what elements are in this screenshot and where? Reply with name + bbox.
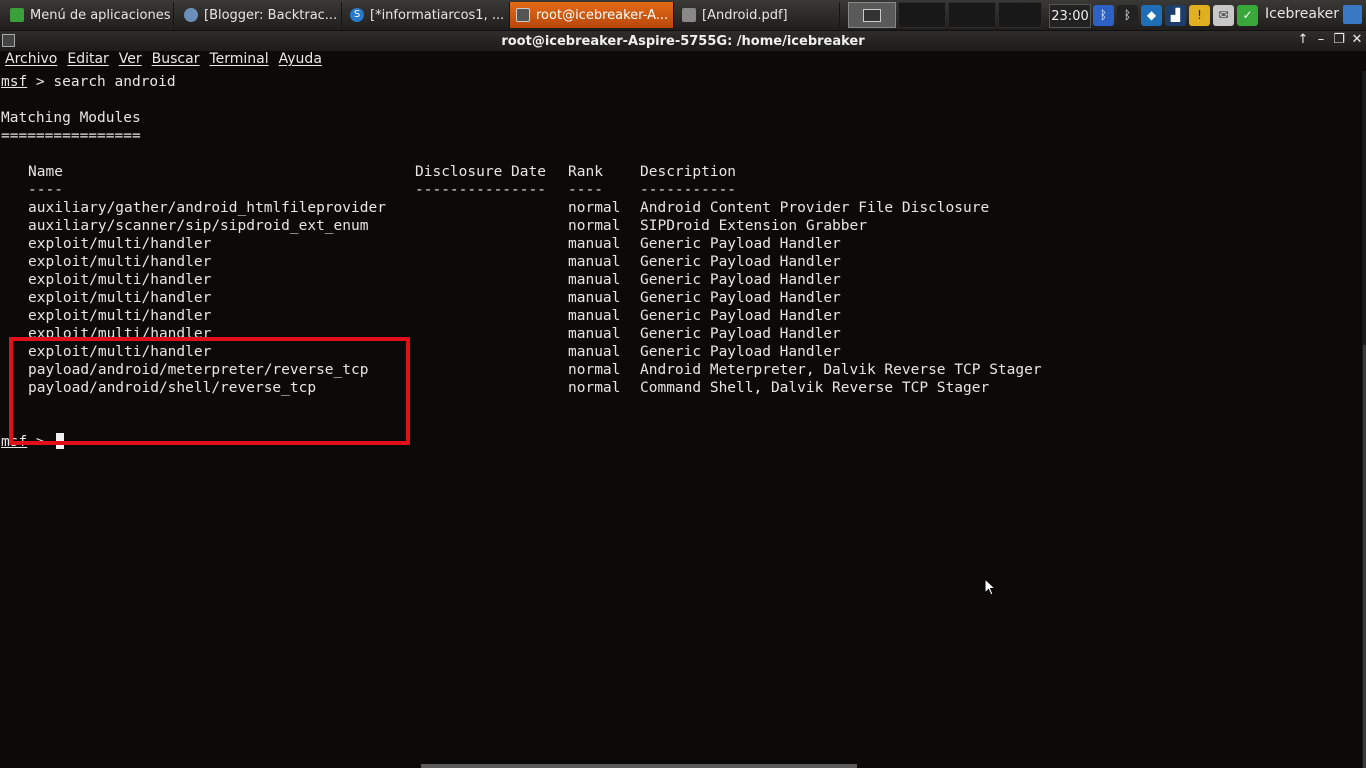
module-rank: manual	[568, 308, 621, 324]
module-rank: normal	[568, 200, 621, 216]
browser-icon	[184, 8, 198, 22]
update-icon[interactable]: !	[1189, 4, 1210, 26]
results-heading: Matching Modules	[1, 110, 141, 126]
column-header-description: Description	[640, 164, 737, 180]
chat-icon[interactable]: ✓	[1237, 4, 1258, 26]
horizontal-scroll-thumb[interactable]	[421, 764, 857, 768]
menu-terminal[interactable]: Terminal	[209, 51, 268, 71]
task-terminal[interactable]: root@icebreaker-A...	[510, 2, 674, 28]
task-skype[interactable]: S [*informatiarcos1, ...	[344, 2, 510, 28]
command-line: msf > search android	[1, 73, 176, 91]
command: search android	[53, 74, 176, 90]
app-menu-icon	[10, 8, 24, 22]
module-description: Generic Payload Handler	[640, 254, 841, 270]
menu-ver[interactable]: Ver	[119, 51, 142, 71]
workspace-3[interactable]	[948, 2, 996, 28]
always-on-top-icon[interactable]: ↑	[1295, 32, 1311, 47]
window-titlebar[interactable]: root@icebreaker-Aspire-5755G: /home/iceb…	[0, 31, 1366, 51]
column-rule-name: ----	[28, 182, 63, 198]
task-pdf[interactable]: [Android.pdf]	[676, 2, 840, 28]
close-icon[interactable]: ✕	[1349, 32, 1365, 47]
signal-icon[interactable]: ▟	[1165, 4, 1186, 26]
module-rank: manual	[568, 290, 621, 306]
task-label: [Android.pdf]	[702, 7, 788, 23]
column-rule-description: -----------	[640, 182, 737, 198]
prompt-separator: >	[27, 74, 54, 90]
module-description: Generic Payload Handler	[640, 344, 841, 360]
module-rank: manual	[568, 254, 621, 270]
task-label: Menú de aplicaciones	[30, 7, 171, 23]
module-description: Generic Payload Handler	[640, 290, 841, 306]
module-rank: normal	[568, 218, 621, 234]
module-description: SIPDroid Extension Grabber	[640, 218, 867, 234]
monitor-icon	[863, 8, 881, 22]
menu-bar: Archivo Editar Ver Buscar Terminal Ayuda	[0, 51, 1366, 71]
module-rank: manual	[568, 272, 621, 288]
module-rank: manual	[568, 236, 621, 252]
module-rank: manual	[568, 344, 621, 360]
skype-icon: S	[350, 8, 364, 22]
module-name: exploit/multi/handler	[28, 236, 212, 252]
module-description: Generic Payload Handler	[640, 326, 841, 342]
module-description: Generic Payload Handler	[640, 308, 841, 324]
terminal-output[interactable]: msf > search android Matching Modules ==…	[0, 71, 1362, 768]
task-label: [*informatiarcos1, ...	[370, 7, 505, 23]
prompt: msf	[1, 74, 28, 90]
module-description: Android Meterpreter, Dalvik Reverse TCP …	[640, 362, 1042, 378]
workspace-1[interactable]	[848, 2, 896, 28]
menu-buscar[interactable]: Buscar	[152, 51, 200, 71]
app-menu-button[interactable]: Menú de aplicaciones	[4, 2, 174, 28]
module-name: exploit/multi/handler	[28, 254, 212, 270]
system-tray: ᛒ ᛒ ◆ ▟ ! ✉ ✓	[1093, 4, 1258, 26]
module-description: Generic Payload Handler	[640, 272, 841, 288]
minimize-icon[interactable]: –	[1313, 32, 1329, 47]
column-header-name: Name	[28, 164, 63, 180]
workspace-switcher	[848, 2, 1048, 28]
mouse-pointer-icon	[984, 578, 996, 596]
window-title: root@icebreaker-Aspire-5755G: /home/iceb…	[501, 34, 865, 49]
module-rank: normal	[568, 380, 621, 396]
column-header-rank: Rank	[568, 164, 603, 180]
module-name: exploit/multi/handler	[28, 272, 212, 288]
task-label: root@icebreaker-A...	[536, 7, 669, 23]
bluetooth-icon[interactable]: ᛒ	[1093, 4, 1114, 26]
bluetooth-off-icon[interactable]: ᛒ	[1117, 4, 1138, 26]
maximize-icon[interactable]: ❐	[1331, 32, 1347, 47]
workspace-4[interactable]	[998, 2, 1042, 28]
heading-rule: ================	[1, 128, 141, 144]
module-name: auxiliary/scanner/sip/sipdroid_ext_enum	[28, 218, 369, 234]
user-name[interactable]: Icebreaker	[1265, 6, 1339, 22]
highlight-box	[9, 337, 410, 445]
user-menu-icon[interactable]	[1343, 5, 1362, 24]
workspace-2[interactable]	[898, 2, 946, 28]
document-icon	[682, 8, 696, 22]
menu-editar[interactable]: Editar	[67, 51, 108, 71]
module-description: Generic Payload Handler	[640, 236, 841, 252]
module-name: exploit/multi/handler	[28, 308, 212, 324]
module-description: Android Content Provider File Disclosure	[640, 200, 990, 216]
module-rank: normal	[568, 362, 621, 378]
clock[interactable]: 23:00	[1049, 4, 1091, 28]
terminal-icon	[516, 8, 530, 22]
menu-ayuda[interactable]: Ayuda	[279, 51, 322, 71]
column-header-date: Disclosure Date	[415, 164, 546, 180]
module-name: exploit/multi/handler	[28, 290, 212, 306]
task-blogger[interactable]: [Blogger: Backtrac...	[178, 2, 342, 28]
menu-archivo[interactable]: Archivo	[5, 51, 57, 71]
column-rule-rank: ----	[568, 182, 603, 198]
top-panel: Menú de aplicaciones [Blogger: Backtrac.…	[0, 0, 1366, 31]
dropbox-icon[interactable]: ◆	[1141, 4, 1162, 26]
column-rule-date: ---------------	[415, 182, 546, 198]
module-description: Command Shell, Dalvik Reverse TCP Stager	[640, 380, 990, 396]
task-label: [Blogger: Backtrac...	[204, 7, 338, 23]
module-name: auxiliary/gather/android_htmlfileprovide…	[28, 200, 386, 216]
mail-icon[interactable]: ✉	[1213, 4, 1234, 26]
module-rank: manual	[568, 326, 621, 342]
